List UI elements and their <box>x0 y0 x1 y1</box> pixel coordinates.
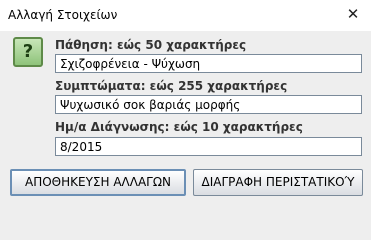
symptoms-label: Συμπτώματα: εώς 255 χαρακτήρες <box>55 79 288 93</box>
question-icon: ? <box>13 37 43 67</box>
diagnosis-date-label: Ημ/α Διάγνωσης: εώς 10 χαρακτήρες <box>55 120 303 134</box>
save-changes-button[interactable]: ΑΠΟΘΗΚΕΥΣΗ ΑΛΛΑΓΩΝ <box>10 169 186 196</box>
delete-case-button[interactable]: ΔΙΑΓΡΑΦΗ ΠΕΡΙΣΤΑΤΙΚΟΎ <box>193 169 363 196</box>
symptoms-field[interactable] <box>55 95 362 114</box>
diagnosis-date-field[interactable] <box>55 137 362 156</box>
disease-label: Πάθηση: εώς 50 χαρακτήρες <box>55 38 247 52</box>
title-bar: Αλλαγή Στοιχείων ✕ <box>0 0 371 31</box>
close-icon[interactable]: ✕ <box>345 5 361 23</box>
disease-field[interactable] <box>55 54 362 73</box>
window-title: Αλλαγή Στοιχείων <box>8 8 118 22</box>
